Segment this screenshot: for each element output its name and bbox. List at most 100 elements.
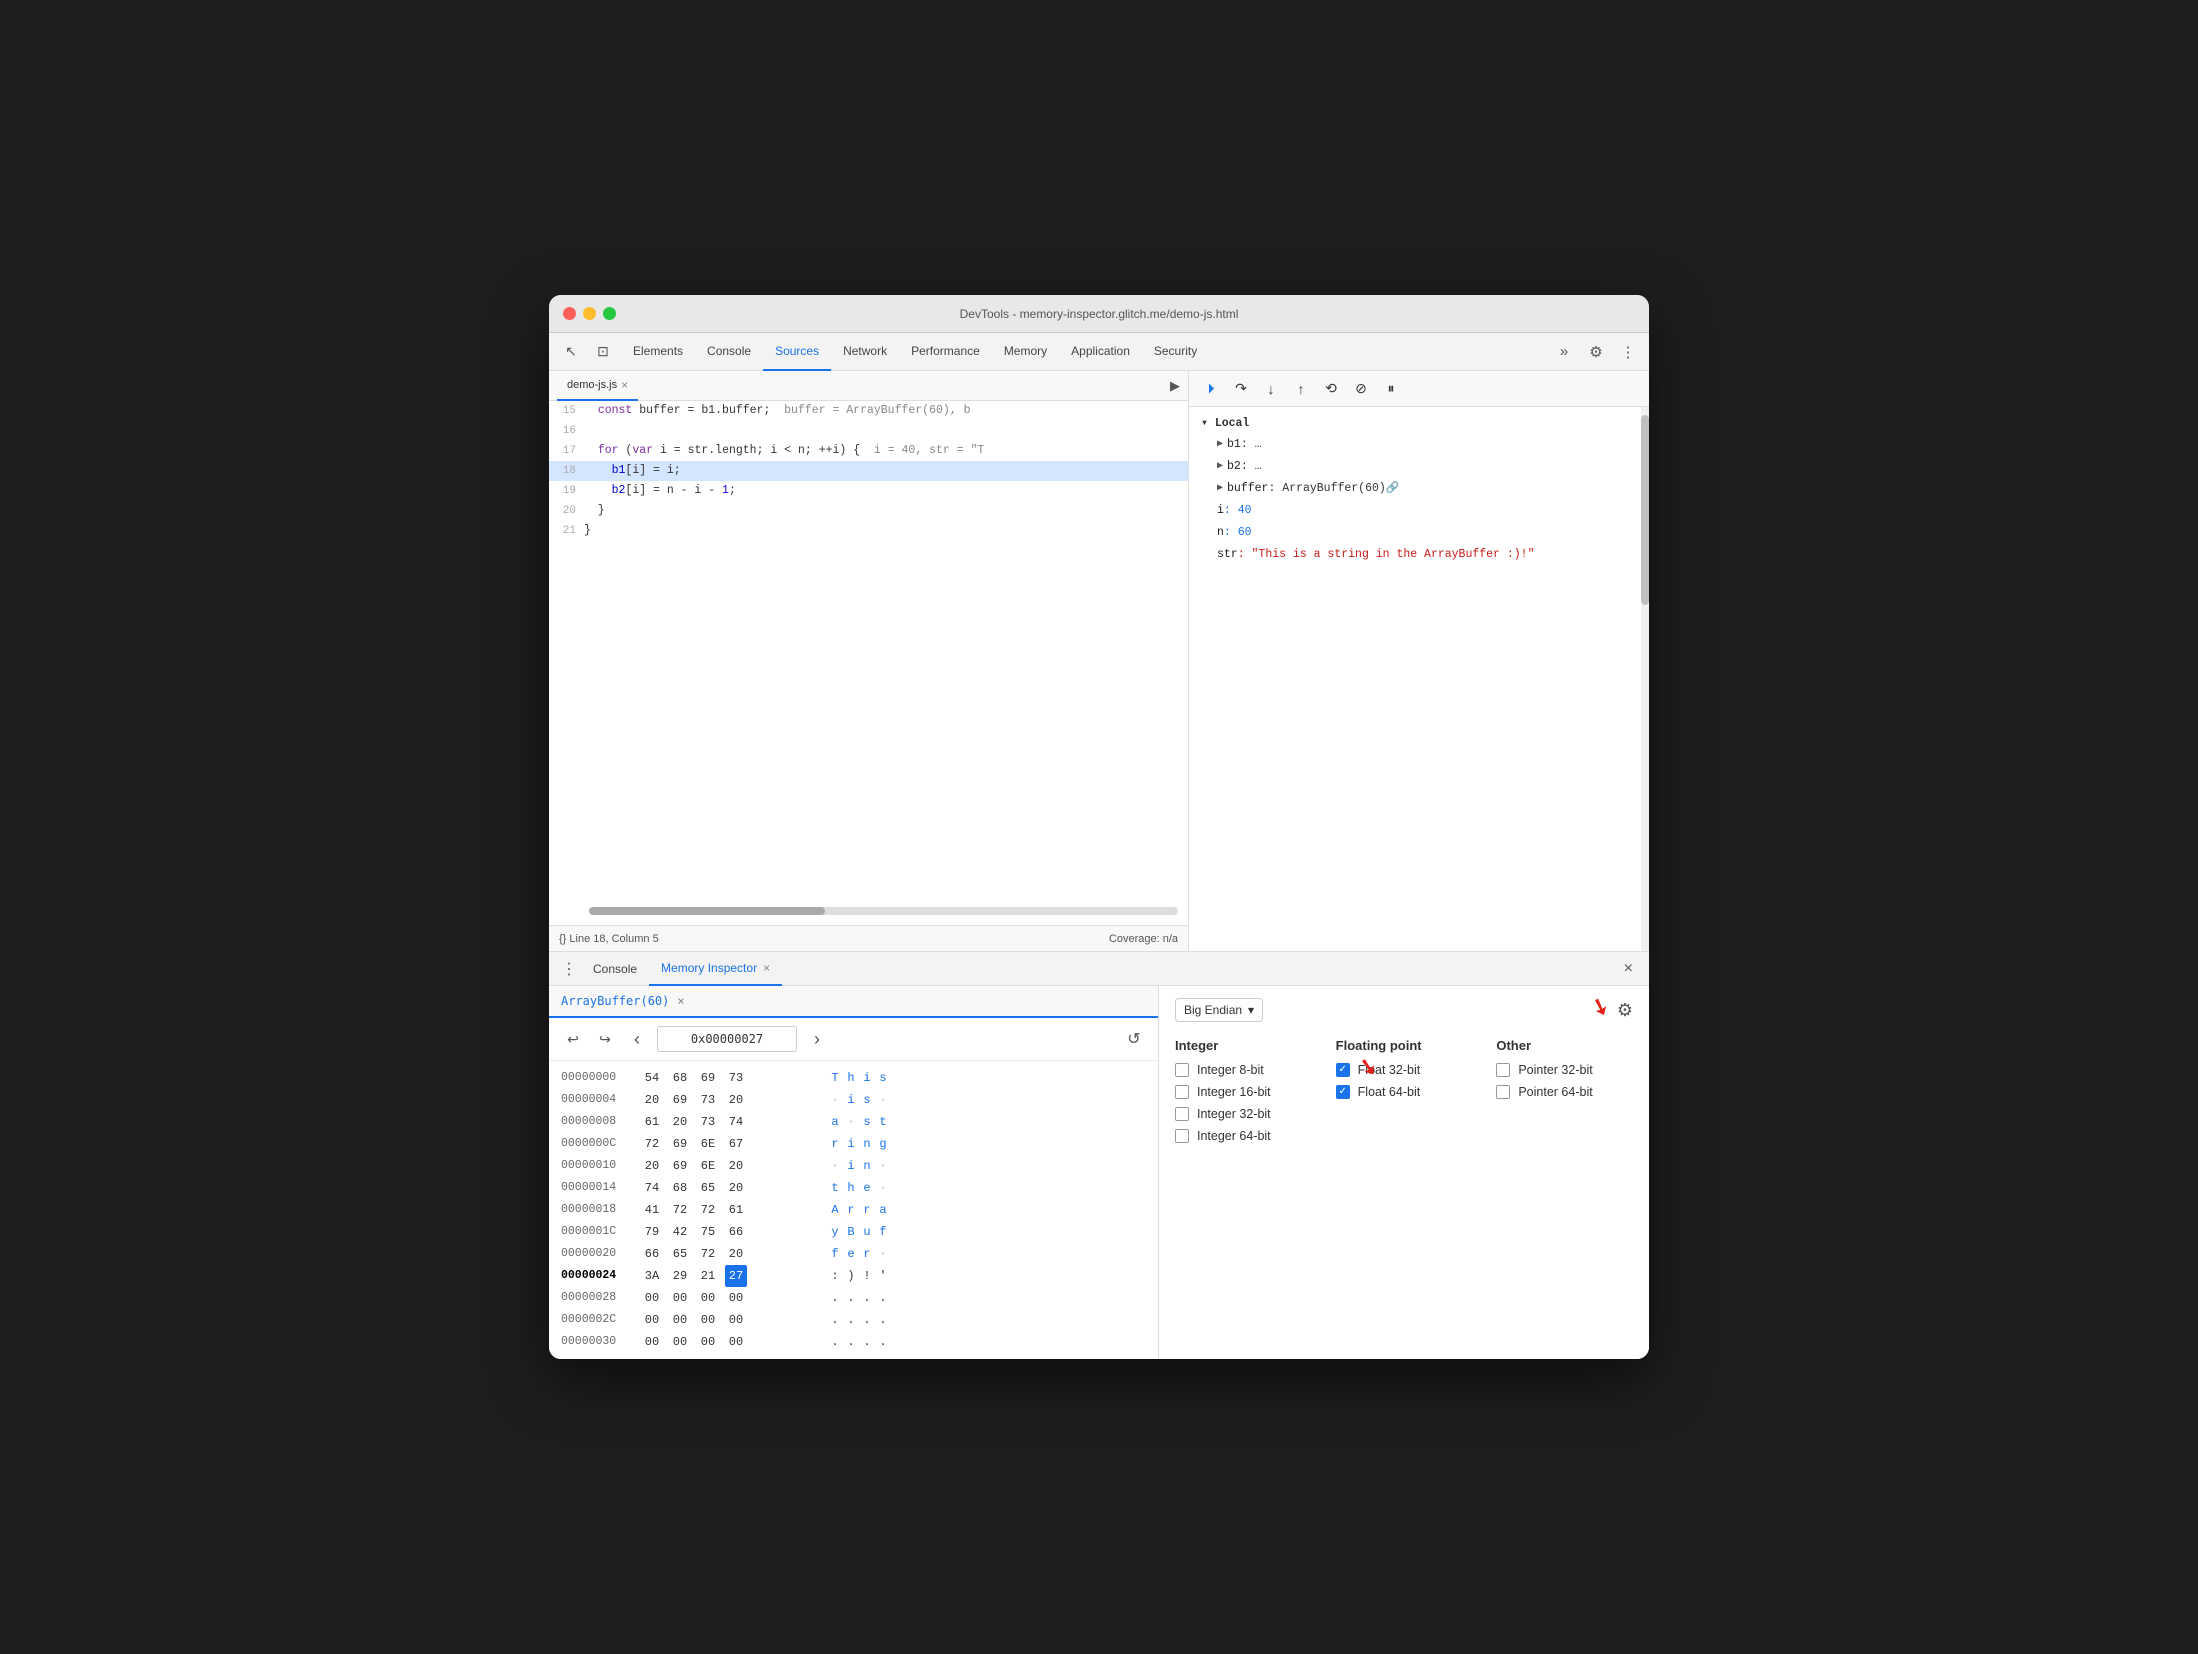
var-buffer[interactable]: ▶ buffer : ArrayBuffer(60) 🔗: [1201, 478, 1637, 500]
pause-on-exceptions-button[interactable]: ⏸: [1379, 377, 1403, 401]
pointer-32bit-checkbox[interactable]: [1496, 1063, 1510, 1077]
var-str: str : "This is a string in the ArrayBuff…: [1201, 544, 1637, 566]
hex-row-10: 00000028 00 00 00 00 . . .: [561, 1287, 1146, 1309]
tab-memory-inspector[interactable]: Memory Inspector ×: [649, 952, 782, 986]
arraybuffer-tab[interactable]: ArrayBuffer(60) ×: [549, 986, 1158, 1018]
tab-memory[interactable]: Memory: [992, 333, 1059, 371]
nav-next-button[interactable]: ›: [805, 1027, 829, 1051]
horizontal-scrollbar[interactable]: [589, 907, 1178, 915]
panel-menu-button[interactable]: ⋮: [557, 957, 581, 981]
main-content: demo-js.js × ▶ 15 const buffer = b1.buff…: [549, 371, 1649, 951]
gear-icon[interactable]: ⚙: [1617, 1000, 1633, 1021]
step-over-button[interactable]: ↷: [1229, 377, 1253, 401]
variables-panel: ▾ Local ▶ b1 : … ▶ b2 : …: [1189, 407, 1649, 951]
code-line-17: 17 for (var i = str.length; i < n; ++i) …: [549, 441, 1188, 461]
close-button[interactable]: [563, 307, 576, 320]
pointer-64bit-checkbox[interactable]: [1496, 1085, 1510, 1099]
nav-forward-button[interactable]: ↪: [593, 1027, 617, 1051]
integer-8bit-item: Integer 8-bit: [1175, 1063, 1312, 1077]
tab-security[interactable]: Security: [1142, 333, 1209, 371]
hex-row-5: 00000014 74 68 65 20 t h e: [561, 1177, 1146, 1199]
other-header: Other: [1496, 1038, 1633, 1053]
hex-row-12: 00000030 00 00 00 00 . . .: [561, 1331, 1146, 1353]
coverage-status: Coverage: n/a: [1109, 933, 1178, 945]
titlebar: DevTools - memory-inspector.glitch.me/de…: [549, 295, 1649, 333]
integer-8bit-checkbox[interactable]: [1175, 1063, 1189, 1077]
var-b2[interactable]: ▶ b2 : …: [1201, 456, 1637, 478]
code-line-21: 21 }: [549, 521, 1188, 541]
code-area: 15 const buffer = b1.buffer; buffer = Ar…: [549, 401, 1188, 925]
step-back-button[interactable]: ⟲: [1319, 377, 1343, 401]
endian-row: Big Endian ▾ ⚙: [1175, 998, 1633, 1022]
hex-row-11: 0000002C 00 00 00 00 . . .: [561, 1309, 1146, 1331]
integer-header: Integer: [1175, 1038, 1312, 1053]
var-n: n : 60: [1201, 522, 1637, 544]
deactivate-button[interactable]: ⊘: [1349, 377, 1373, 401]
maximize-button[interactable]: [603, 307, 616, 320]
memory-nav: ↩ ↪ ‹ › ↺: [549, 1018, 1158, 1061]
float-32bit-item: Float 32-bit: [1336, 1063, 1473, 1077]
devtools-window: DevTools - memory-inspector.glitch.me/de…: [549, 295, 1649, 1359]
panel-icon[interactable]: ⊡: [589, 338, 617, 366]
pointer-32bit-item: Pointer 32-bit: [1496, 1063, 1633, 1077]
code-line-16: 16: [549, 421, 1188, 441]
tab-application[interactable]: Application: [1059, 333, 1142, 371]
bottom-tabbar: ⋮ Console Memory Inspector × ×: [549, 952, 1649, 986]
scrollbar-thumb: [589, 907, 825, 915]
integer-64bit-checkbox[interactable]: [1175, 1129, 1189, 1143]
hex-dump-rows: 00000000 54 68 69 73 T h i: [549, 1061, 1158, 1359]
devtools-body: ↖ ⊡ Elements Console Sources Network Per…: [549, 333, 1649, 1359]
resume-button[interactable]: ⏵: [1199, 377, 1223, 401]
file-tab-close[interactable]: ×: [621, 378, 628, 392]
nav-prev-button[interactable]: ‹: [625, 1027, 649, 1051]
tab-performance[interactable]: Performance: [899, 333, 992, 371]
code-line-18: 18 b1[i] = i;: [549, 461, 1188, 481]
tab-console-bottom[interactable]: Console: [581, 952, 649, 986]
status-bar: {} Line 18, Column 5 Coverage: n/a: [549, 925, 1188, 951]
file-tabbar: demo-js.js × ▶: [549, 371, 1188, 401]
cursor-icon[interactable]: ↖: [557, 338, 585, 366]
memory-inspector-close[interactable]: ×: [763, 961, 770, 975]
hex-row-3: 0000000C 72 69 6E 67 r i n: [561, 1133, 1146, 1155]
step-into-button[interactable]: ↓: [1259, 377, 1283, 401]
integer-16bit-checkbox[interactable]: [1175, 1085, 1189, 1099]
float-64bit-checkbox[interactable]: [1336, 1085, 1350, 1099]
tab-sources[interactable]: Sources: [763, 333, 831, 371]
customize-button[interactable]: ⋮: [1615, 339, 1641, 365]
integer-16bit-item: Integer 16-bit: [1175, 1085, 1312, 1099]
run-snippet-button[interactable]: ▶: [1170, 378, 1180, 394]
more-tabs-button[interactable]: »: [1551, 339, 1577, 365]
bottom-panel-close[interactable]: ×: [1616, 960, 1641, 978]
endian-selector[interactable]: Big Endian ▾: [1175, 998, 1263, 1022]
integer-32bit-checkbox[interactable]: [1175, 1107, 1189, 1121]
refresh-button[interactable]: ↺: [1122, 1027, 1146, 1051]
hex-row-8: 00000020 66 65 72 20 f e r: [561, 1243, 1146, 1265]
floating-header: Floating point: [1336, 1038, 1473, 1053]
tab-network[interactable]: Network: [831, 333, 899, 371]
source-panel: demo-js.js × ▶ 15 const buffer = b1.buff…: [549, 371, 1189, 951]
step-out-button[interactable]: ↑: [1289, 377, 1313, 401]
tab-console[interactable]: Console: [695, 333, 763, 371]
float-64bit-item: Float 64-bit: [1336, 1085, 1473, 1099]
hex-row-7: 0000001C 79 42 75 66 y B u: [561, 1221, 1146, 1243]
hex-row-9: 00000024 3A 29 21 27 : ) !: [561, 1265, 1146, 1287]
hex-row-4: 00000010 20 69 6E 20 · i n: [561, 1155, 1146, 1177]
status-left: {} Line 18, Column 5: [559, 933, 659, 945]
tab-elements[interactable]: Elements: [621, 333, 695, 371]
address-input[interactable]: [657, 1026, 797, 1052]
minimize-button[interactable]: [583, 307, 596, 320]
buffer-inspect-icon[interactable]: 🔗: [1386, 480, 1400, 498]
local-section-header[interactable]: ▾ Local: [1201, 415, 1637, 430]
float-32bit-checkbox[interactable]: [1336, 1063, 1350, 1077]
debug-scrollbar[interactable]: [1641, 407, 1649, 951]
nav-back-button[interactable]: ↩: [561, 1027, 585, 1051]
settings-button[interactable]: ⚙: [1583, 339, 1609, 365]
var-b1[interactable]: ▶ b1 : …: [1201, 434, 1637, 456]
window-title: DevTools - memory-inspector.glitch.me/de…: [960, 307, 1239, 321]
file-tab-demo-js[interactable]: demo-js.js ×: [557, 371, 638, 401]
code-line-20: 20 }: [549, 501, 1188, 521]
arraybuffer-tab-close[interactable]: ×: [677, 994, 684, 1008]
tabbar-end: » ⚙ ⋮: [1551, 339, 1641, 365]
traffic-lights: [563, 307, 616, 320]
hex-row-2: 00000008 61 20 73 74 a · s: [561, 1111, 1146, 1133]
